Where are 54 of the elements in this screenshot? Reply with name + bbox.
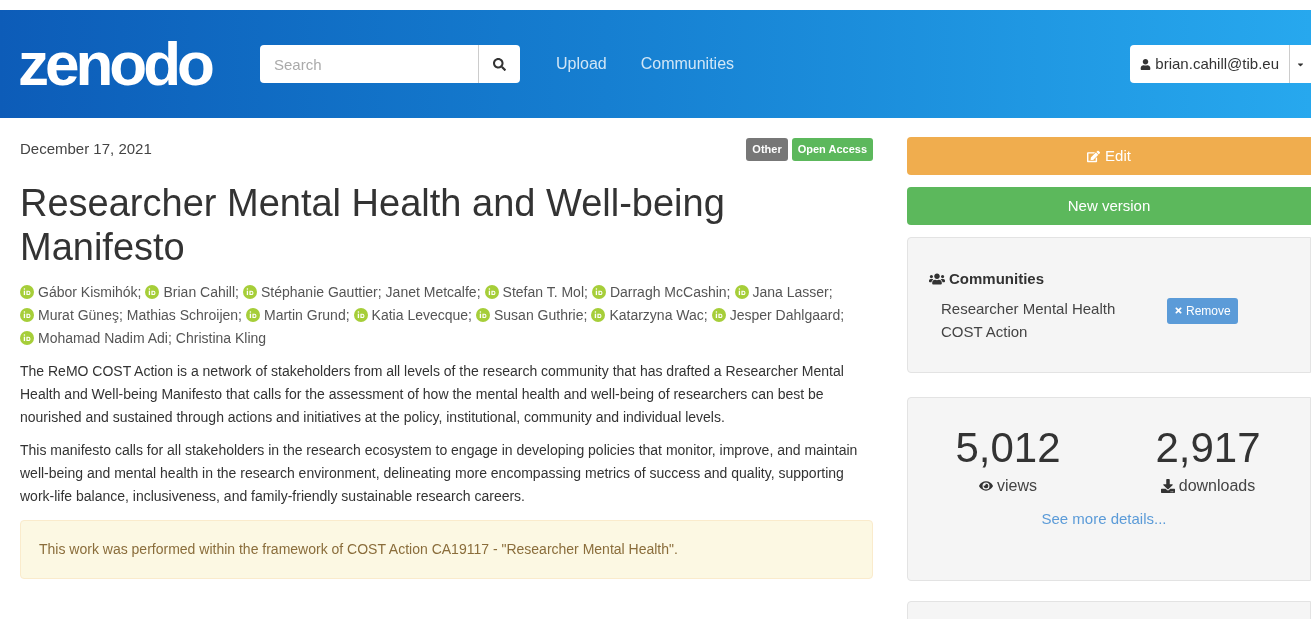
publication-date: December 17, 2021: [20, 139, 152, 159]
record-badge: Other: [746, 138, 788, 161]
search-button[interactable]: [478, 45, 520, 83]
user-menu-button[interactable]: brian.cahill@tib.eu: [1130, 45, 1289, 83]
stat-label: downloads: [1178, 476, 1256, 496]
dropdown-toggle[interactable]: [1289, 45, 1311, 83]
stat-count: 2,917: [1155, 424, 1261, 472]
description-paragraph: The ReMO COST Action is a network of stakeholders from all levels of the research community that has drafted a Researcher Mental Health and Well-being Manifesto that calls for the assessment of how the mental health and well-being of researchers can best be nourished and sustained through actions and initiatives at the policy, institutional, community and individual levels.: [20, 361, 845, 427]
author-name[interactable]: Darragh McCashin;: [591, 283, 731, 300]
close-icon: [1174, 306, 1183, 315]
author-name[interactable]: Jesper Dahlgaard;: [711, 306, 845, 323]
eye-icon: [979, 479, 993, 493]
author-name: Mathias Schroijen;: [126, 306, 242, 323]
orcid-icon: [591, 307, 606, 322]
users-icon: [929, 272, 945, 287]
record-badge: Open Access: [791, 138, 873, 161]
search-field[interactable]: Search: [260, 45, 478, 83]
orcid-icon: [20, 284, 34, 299]
orcid-icon: [353, 307, 368, 322]
stat-label: views: [997, 476, 1037, 496]
user-icon: [1140, 58, 1152, 70]
orcid-icon: [484, 284, 499, 299]
author-name[interactable]: Jana Lasser;: [734, 283, 833, 300]
author-name[interactable]: Brian Cahill;: [145, 283, 239, 300]
author-name[interactable]: Susan Guthrie;: [476, 306, 588, 323]
record-title: Researcher Mental Health and Well-being Manifesto: [20, 180, 726, 269]
community-name[interactable]: Researcher Mental Health COST Action: [941, 296, 1141, 343]
orcid-icon: [242, 284, 257, 299]
notice-alert: This work was performed within the framework of COST Action CA19117 - "Researcher Mental Health".: [20, 519, 873, 579]
edit-icon: [1087, 149, 1101, 163]
orcid-icon: [711, 307, 726, 322]
author-name[interactable]: Katia Levecque;: [353, 306, 472, 323]
orcid-icon: [145, 284, 160, 299]
orcid-icon: [20, 307, 34, 322]
logo[interactable]: zenodo: [18, 33, 218, 95]
author-name[interactable]: Katarzyna Wac;: [591, 306, 708, 323]
orcid-icon: [591, 284, 606, 299]
orcid-icon: [476, 307, 490, 322]
author-name[interactable]: Murat Güneş;: [20, 306, 123, 323]
download-icon: [1160, 479, 1175, 493]
author-name[interactable]: Gábor Kismihók;: [20, 283, 142, 300]
communities-heading: Communities: [949, 269, 1044, 289]
orcid-icon: [734, 284, 749, 299]
orcid-icon: [246, 307, 260, 322]
author-name[interactable]: Mohamad Nadim Adi;: [20, 329, 172, 346]
author-name[interactable]: Martin Grund;: [246, 306, 350, 323]
orcid-icon: [20, 330, 34, 345]
stat-count: 5,012: [955, 424, 1061, 472]
description-paragraph: This manifesto calls for all stakeholders in the research ecosystem to engage in developing policies that monitor, improve, and maintain well-being and mental health in the research environment, delineating more encompassing metrics of success and quality, supporting work-life balance, inclusiveness, and family-friendly sustainable research careers.: [20, 440, 859, 506]
author-name: Janet Metcalfe;: [385, 283, 481, 300]
author-name: Christina Kling: [175, 329, 267, 346]
author-name[interactable]: Stéphanie Gauttier;: [242, 283, 382, 300]
author-name[interactable]: Stefan T. Mol;: [484, 283, 588, 300]
search-icon: [493, 57, 506, 71]
